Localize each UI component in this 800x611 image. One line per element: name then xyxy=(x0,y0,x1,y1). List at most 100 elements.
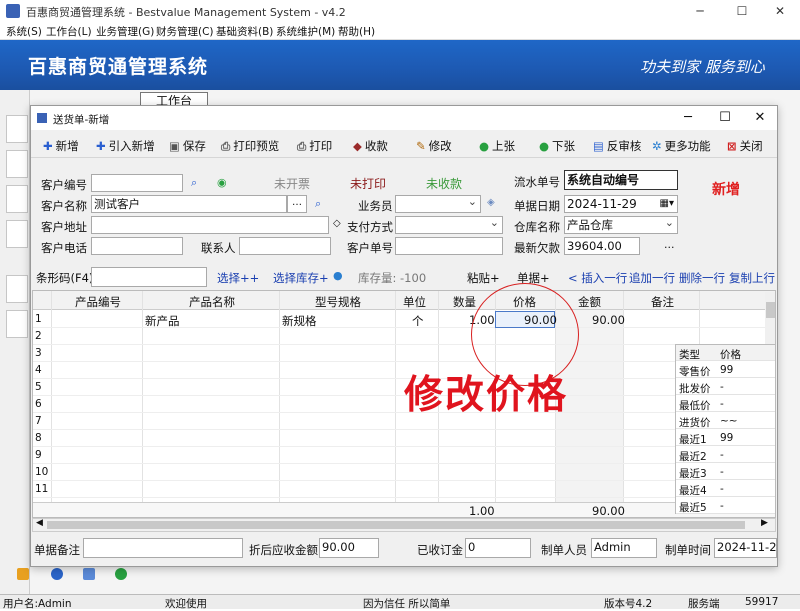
browse-button[interactable]: … xyxy=(287,195,307,213)
dialog-maximize-button[interactable]: ☐ xyxy=(706,106,744,130)
col-spec[interactable]: 型号规格 xyxy=(315,294,361,310)
row1-unit[interactable]: 个 xyxy=(412,313,424,329)
side-button[interactable] xyxy=(6,115,28,143)
select-link[interactable]: 选择++ xyxy=(217,270,259,286)
menu-basic-data[interactable]: 基础资料(B) xyxy=(216,24,273,39)
insert-row-link[interactable]: < 插入一行 xyxy=(568,270,627,286)
toolbar-save-button[interactable]: ▣ 保存 xyxy=(169,138,206,154)
row-number: 2 xyxy=(35,330,42,342)
copy-row-link[interactable]: 复制上行 xyxy=(729,270,775,286)
date-picker[interactable]: 2024-11-29 ▦▾ xyxy=(564,195,678,213)
paste-button[interactable]: 粘贴+ xyxy=(467,270,500,286)
refresh-icon[interactable]: ◉ xyxy=(217,176,227,189)
col-note[interactable]: 备注 xyxy=(651,294,674,310)
row1-name[interactable]: 新产品 xyxy=(145,313,180,329)
side-button[interactable] xyxy=(6,185,28,213)
warehouse-select[interactable]: 产品仓库 xyxy=(564,216,678,234)
side-button[interactable] xyxy=(6,275,28,303)
search-icon[interactable]: ⌕ xyxy=(191,176,197,190)
hscroll-thumb[interactable] xyxy=(47,521,745,529)
col-qty[interactable]: 数量 xyxy=(453,294,476,310)
maker-input: Admin xyxy=(591,538,657,558)
toolbar-unapprove-button[interactable]: ▤ 反审核 xyxy=(593,138,641,154)
maximize-button[interactable]: ☐ xyxy=(722,0,762,22)
toolbar-new-button[interactable]: ✚ 新增 xyxy=(43,138,79,154)
side-button[interactable] xyxy=(6,150,28,178)
col-unit[interactable]: 单位 xyxy=(403,294,426,310)
menu-finance[interactable]: 财务管理(C) xyxy=(156,24,214,39)
toolbar-close-button[interactable]: ⊠ 关闭 xyxy=(727,138,763,154)
menu-help[interactable]: 帮助(H) xyxy=(338,24,375,39)
serial-input[interactable]: 系统自动编号 xyxy=(564,170,678,190)
close-button[interactable]: ✕ xyxy=(760,0,800,22)
scroll-left-icon[interactable]: ◀ xyxy=(36,518,43,528)
price-type: 最近2 xyxy=(679,451,707,463)
menu-maintenance[interactable]: 系统维护(M) xyxy=(276,24,335,39)
toolbar-edit-button[interactable]: ✎ 修改 xyxy=(416,138,452,154)
payment-select[interactable] xyxy=(395,216,503,234)
search-icon[interactable]: ⌕ xyxy=(315,197,321,211)
more-dots[interactable]: ... xyxy=(664,238,675,251)
salesman-label: 业务员 xyxy=(358,199,393,213)
dialog-close-button[interactable]: ✕ xyxy=(741,106,779,130)
toolbar-more-button[interactable]: ✲ 更多功能 xyxy=(652,138,711,154)
plus-icon: ✚ xyxy=(43,139,53,153)
toolbar-print-button[interactable]: ⎙ 打印 xyxy=(297,138,332,154)
unapprove-icon: ▤ xyxy=(593,139,604,153)
eraser-icon[interactable]: ◈ xyxy=(487,197,495,208)
banner: 百惠商贸通管理系统 功夫到家 服务到心 xyxy=(0,40,800,90)
price-value: 价格 xyxy=(720,349,741,361)
col-amount[interactable]: 金额 xyxy=(578,294,601,310)
discount-input[interactable]: 90.00 xyxy=(319,538,379,558)
col-code[interactable]: 产品编号 xyxy=(75,294,121,310)
salesman-select[interactable] xyxy=(395,195,481,213)
toolbar-print-preview-button[interactable]: ⎙ 打印预览 xyxy=(221,138,279,154)
col-name[interactable]: 产品名称 xyxy=(189,294,235,310)
customer-order-input[interactable] xyxy=(395,237,503,255)
barcode-input[interactable] xyxy=(91,267,207,287)
side-button[interactable] xyxy=(6,220,28,248)
customer-code-input[interactable] xyxy=(91,174,183,192)
contact-input[interactable] xyxy=(239,237,331,255)
search-icon[interactable] xyxy=(83,568,95,580)
calendar-icon[interactable]: ▦▾ xyxy=(660,196,674,212)
menu-workbench[interactable]: 工作台(L) xyxy=(46,24,92,39)
customer-addr-input[interactable] xyxy=(91,216,329,234)
customer-name-input[interactable]: 测试客户 xyxy=(91,195,287,213)
scroll-right-icon[interactable]: ▶ xyxy=(761,518,768,528)
row1-spec[interactable]: 新规格 xyxy=(282,313,317,329)
annotation-text: 修改价格 xyxy=(404,373,569,418)
dialog-minimize-button[interactable]: ─ xyxy=(669,106,707,130)
price-table-row: 最低价 - xyxy=(676,396,775,412)
vscroll-thumb[interactable] xyxy=(766,302,775,318)
status-bar: 用户名:Admin 欢迎使用 因为信任 所以简单 版本号4.2 服务端 5991… xyxy=(0,594,800,610)
minimize-button[interactable]: ─ xyxy=(680,0,720,22)
side-button[interactable] xyxy=(6,310,28,338)
grid-hscrollbar[interactable]: ◀ ▶ xyxy=(32,518,776,532)
folder-icon[interactable] xyxy=(17,568,29,580)
select-stock-link[interactable]: 选择库存+ xyxy=(273,270,329,286)
row-number: 10 xyxy=(35,466,49,478)
discount-label: 折后应收金额 xyxy=(249,543,318,557)
menu-system[interactable]: 系统(S) xyxy=(6,24,42,39)
note-label: 单据备注 xyxy=(34,543,80,557)
customer-phone-input[interactable] xyxy=(91,237,183,255)
price-type: 最低价 xyxy=(679,400,711,412)
refresh-icon[interactable] xyxy=(115,568,127,580)
delete-row-link[interactable]: 删除一行 xyxy=(679,270,725,286)
price-value: 99 xyxy=(720,364,734,376)
toolbar-import-new-button[interactable]: ✚ 引入新增 xyxy=(96,138,155,154)
price-table-row: 最近2 - xyxy=(676,447,775,463)
toolbar-prev-button[interactable]: ● 上张 xyxy=(479,138,515,154)
clock-icon[interactable] xyxy=(51,568,63,580)
menu-business[interactable]: 业务管理(G) xyxy=(96,24,154,39)
note-input[interactable] xyxy=(83,538,243,558)
customer-addr-label: 客户地址 xyxy=(41,220,87,234)
received-input[interactable]: 0 xyxy=(465,538,531,558)
toolbar-next-button[interactable]: ● 下张 xyxy=(539,138,575,154)
plus-icon: ✚ xyxy=(96,139,106,153)
window-title: 百惠商贸通管理系统 - Bestvalue Management System … xyxy=(26,6,346,19)
save-icon: ▣ xyxy=(169,139,180,153)
toolbar-receive-button[interactable]: ◆ 收款 xyxy=(353,138,388,154)
append-row-link[interactable]: 追加一行 xyxy=(629,270,675,286)
